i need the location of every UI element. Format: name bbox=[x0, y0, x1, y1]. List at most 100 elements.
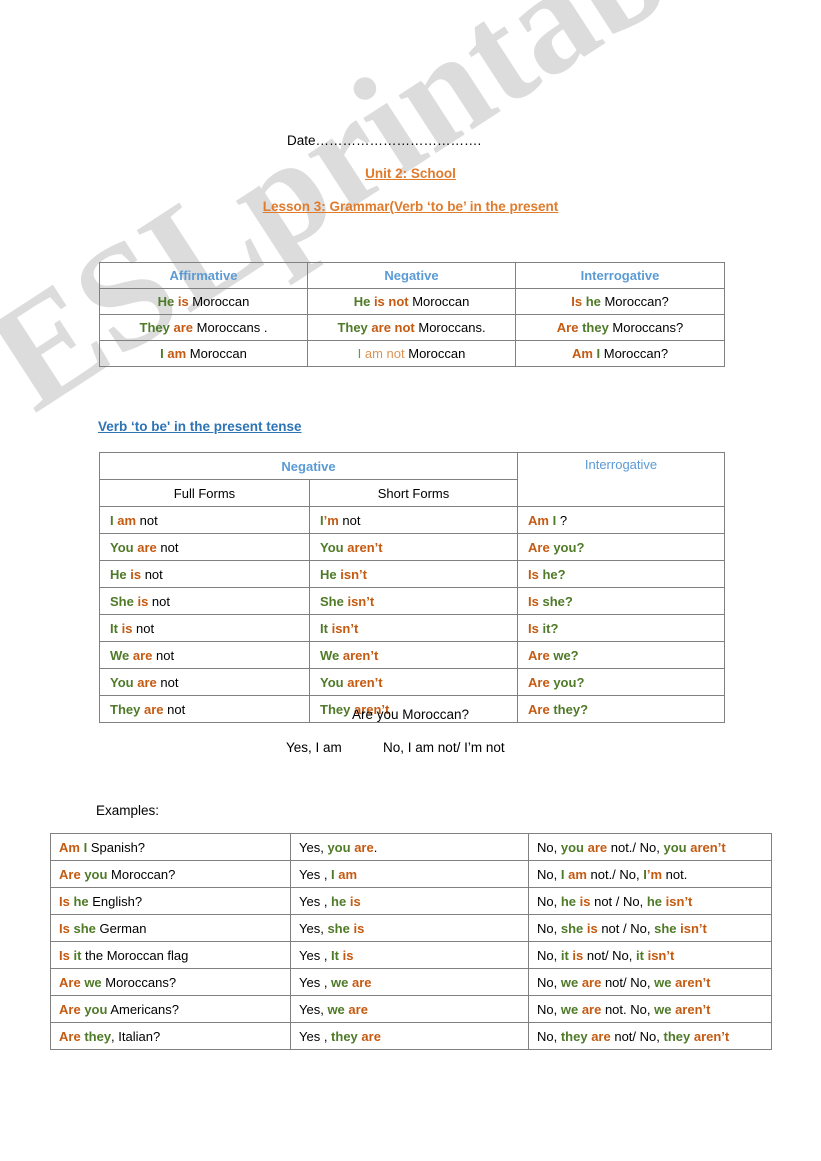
text-run: Moroccan bbox=[188, 294, 250, 309]
text-run: you bbox=[560, 839, 584, 855]
cell-short-form: He isn’t bbox=[308, 560, 519, 588]
column-header-interrogative: Interrogative bbox=[517, 452, 726, 507]
cell-question: Are you Americans? bbox=[50, 995, 291, 1023]
text-run: are bbox=[173, 320, 194, 335]
text-run: are not bbox=[371, 320, 415, 335]
text-run: Is bbox=[59, 893, 70, 909]
watermark: ESLprintables.com bbox=[0, 0, 821, 442]
text-run: not bbox=[152, 647, 175, 663]
text-run: he bbox=[560, 893, 577, 909]
cell-interrogative: Is she? bbox=[517, 587, 726, 615]
cell-interrogative: Am I ? bbox=[517, 506, 726, 534]
table-row: We are not We aren’t Are we? bbox=[99, 641, 726, 669]
text-run: aren’t bbox=[675, 974, 711, 990]
cell-full-form: You are not bbox=[99, 668, 310, 696]
text-run: are bbox=[137, 539, 157, 555]
text-run: is not bbox=[373, 294, 409, 309]
examples-label: Examples: bbox=[96, 803, 160, 818]
cell-yes-answer: Yes, we are bbox=[290, 995, 529, 1023]
text-run: Are bbox=[528, 539, 550, 555]
text-run: aren’t bbox=[347, 539, 383, 555]
text-run: are bbox=[361, 1028, 381, 1044]
text-run: not bbox=[132, 620, 155, 636]
text-run: ? bbox=[564, 593, 573, 609]
text-run: are bbox=[354, 839, 374, 855]
text-run: you bbox=[84, 1001, 108, 1017]
text-run: Moroccan? bbox=[600, 346, 669, 361]
cell-question: Is it the Moroccan flag bbox=[50, 941, 291, 969]
section-heading: Verb ‘to be' in the present tense bbox=[98, 419, 302, 434]
cell-full-form: He is not bbox=[99, 560, 310, 588]
text-run: Yes , bbox=[299, 1028, 332, 1044]
text-run: not/ No, bbox=[610, 1028, 664, 1044]
text-run: is bbox=[130, 566, 142, 582]
cell-no-answer: No, we are not/ No, we aren’t bbox=[528, 968, 772, 996]
text-run: are bbox=[581, 1001, 602, 1017]
subheader-full-forms: Full Forms bbox=[99, 479, 310, 507]
text-run: ? bbox=[556, 512, 568, 528]
cell-yes-answer: Yes , they are bbox=[290, 1022, 529, 1050]
text-run: It bbox=[110, 620, 118, 636]
cell-short-form: You aren’t bbox=[308, 668, 519, 696]
text-run: he bbox=[585, 294, 601, 309]
text-run: not bbox=[148, 593, 170, 609]
text-run: am bbox=[568, 866, 587, 882]
text-run: He bbox=[157, 294, 175, 309]
text-run: is bbox=[121, 620, 133, 636]
text-run: Yes , bbox=[299, 866, 332, 882]
text-run: not bbox=[141, 566, 163, 582]
cell-no-answer: No, he is not / No, he isn’t bbox=[528, 887, 772, 915]
text-run: Am bbox=[59, 839, 80, 855]
table-conjugation: Negative Interrogative Full Forms Short … bbox=[98, 452, 726, 723]
text-run: Moroccan? bbox=[600, 294, 669, 309]
text-run: Is bbox=[528, 566, 539, 582]
cell-yes-answer: Yes , It is bbox=[290, 941, 529, 969]
text-run: isn’t bbox=[665, 893, 693, 909]
text-run: not / No, bbox=[597, 920, 655, 936]
table-row: Are we Moroccans? Yes , we are No, we ar… bbox=[50, 968, 772, 996]
text-run: German bbox=[95, 920, 147, 936]
text-run: we bbox=[654, 1001, 672, 1017]
text-run: are bbox=[587, 839, 608, 855]
text-run: Is bbox=[528, 620, 539, 636]
text-run: Are bbox=[556, 320, 579, 335]
text-run: is bbox=[137, 593, 149, 609]
text-run: Am bbox=[528, 512, 549, 528]
table-row: Are you Americans? Yes, we are No, we ar… bbox=[50, 995, 772, 1023]
cell-no-answer: No, it is not/ No, it isn’t bbox=[528, 941, 772, 969]
text-run: Are bbox=[59, 974, 81, 990]
text-run: isn’t bbox=[331, 620, 359, 636]
cell-short-form: It isn’t bbox=[308, 614, 519, 642]
text-run: are bbox=[137, 674, 157, 690]
text-run: are bbox=[591, 1028, 611, 1044]
text-run: not bbox=[136, 512, 158, 528]
text-run: Moroccans. bbox=[414, 320, 486, 335]
table-row: It is not It isn’t Is it? bbox=[99, 614, 726, 642]
cell-negative: I am not Moroccan bbox=[307, 340, 516, 367]
text-run: are bbox=[348, 1001, 368, 1017]
lesson-title-text: Lesson 3: Grammar(Verb ‘to be’ in the pr… bbox=[262, 199, 559, 214]
text-run: it bbox=[560, 947, 569, 963]
table-forms-body: Affirmative Negative Interrogative He is… bbox=[99, 262, 725, 367]
text-run: the Moroccan flag bbox=[81, 947, 189, 963]
text-run: No, bbox=[537, 1028, 561, 1044]
cell-interrogative: Are they Moroccans? bbox=[515, 314, 725, 341]
text-run: No, bbox=[537, 974, 561, 990]
cell-full-form: You are not bbox=[99, 533, 310, 561]
text-run: ? bbox=[570, 647, 579, 663]
text-run: not bbox=[156, 539, 179, 555]
text-run: No, bbox=[537, 893, 561, 909]
text-run: No, bbox=[537, 920, 561, 936]
text-run: You bbox=[320, 674, 344, 690]
table-row: Am I Spanish? Yes, you are. No, you are … bbox=[50, 833, 772, 861]
text-run: English? bbox=[88, 893, 143, 909]
text-run: You bbox=[110, 674, 134, 690]
cell-no-answer: No, she is not / No, she isn’t bbox=[528, 914, 772, 942]
text-run: are bbox=[352, 974, 372, 990]
date-line: Date………………………………. bbox=[287, 133, 482, 148]
text-run: No, bbox=[537, 1001, 561, 1017]
text-run: ? bbox=[576, 674, 585, 690]
worksheet-page: ESLprintables.com Date………………………………. Unit… bbox=[0, 0, 821, 1161]
table-row: Are they, Italian? Yes , they are No, th… bbox=[50, 1022, 772, 1050]
text-run: am bbox=[117, 512, 137, 528]
